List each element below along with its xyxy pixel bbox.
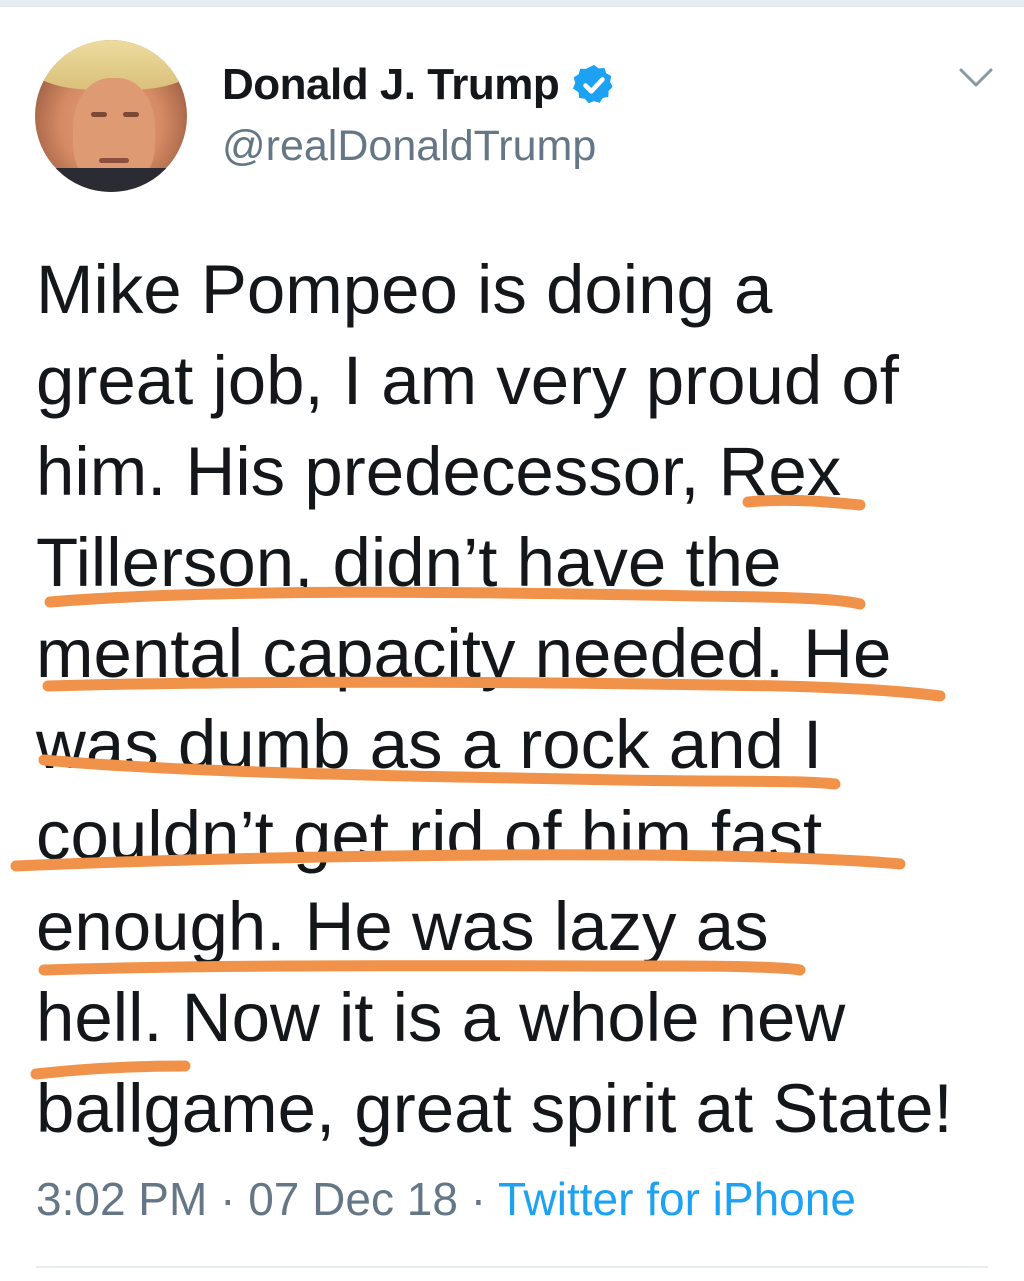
- meta-separator: ·: [470, 1173, 487, 1225]
- avatar-eye-left: [91, 112, 107, 117]
- author-display-name[interactable]: Donald J. Trump: [222, 60, 560, 110]
- avatar-suit: [35, 168, 187, 192]
- tweet-line: mental capacity needed. He: [36, 615, 892, 692]
- bottom-divider: [36, 1266, 988, 1268]
- tweet-line: hell. Now it is a whole new: [36, 979, 846, 1056]
- tweet-date[interactable]: 07 Dec 18: [248, 1173, 458, 1225]
- avatar[interactable]: [35, 40, 187, 192]
- tweet-line: was dumb as a rock and I: [36, 706, 823, 783]
- tweet-line: couldn’t get rid of him fast: [36, 797, 823, 874]
- tweet-line: him. His predecessor, Rex: [36, 433, 842, 510]
- tweet-line: Mike Pompeo is doing a: [36, 251, 773, 328]
- tweet-source-link[interactable]: Twitter for iPhone: [498, 1173, 856, 1225]
- tweet-line: Tillerson, didn’t have the: [36, 524, 782, 601]
- tweet-line: ballgame, great spirit at State!: [36, 1070, 953, 1147]
- meta-separator: ·: [220, 1173, 236, 1225]
- author-name-row: Donald J. Trump: [222, 58, 617, 112]
- tweet-line: enough. He was lazy as: [36, 888, 769, 965]
- top-divider: [0, 0, 1024, 7]
- tweet-time[interactable]: 3:02 PM: [36, 1173, 207, 1225]
- chevron-down-icon[interactable]: [958, 66, 994, 90]
- avatar-eye-right: [123, 112, 139, 117]
- tweet-text: Mike Pompeo is doing a great job, I am v…: [36, 244, 1011, 1154]
- tweet-line: great job, I am very proud of: [36, 342, 899, 419]
- verified-badge-icon: [573, 64, 613, 104]
- avatar-mouth: [99, 158, 129, 163]
- author-handle[interactable]: @realDonaldTrump: [222, 122, 596, 171]
- tweet-meta: 3:02 PM · 07 Dec 18 · Twitter for iPhone: [36, 1172, 856, 1226]
